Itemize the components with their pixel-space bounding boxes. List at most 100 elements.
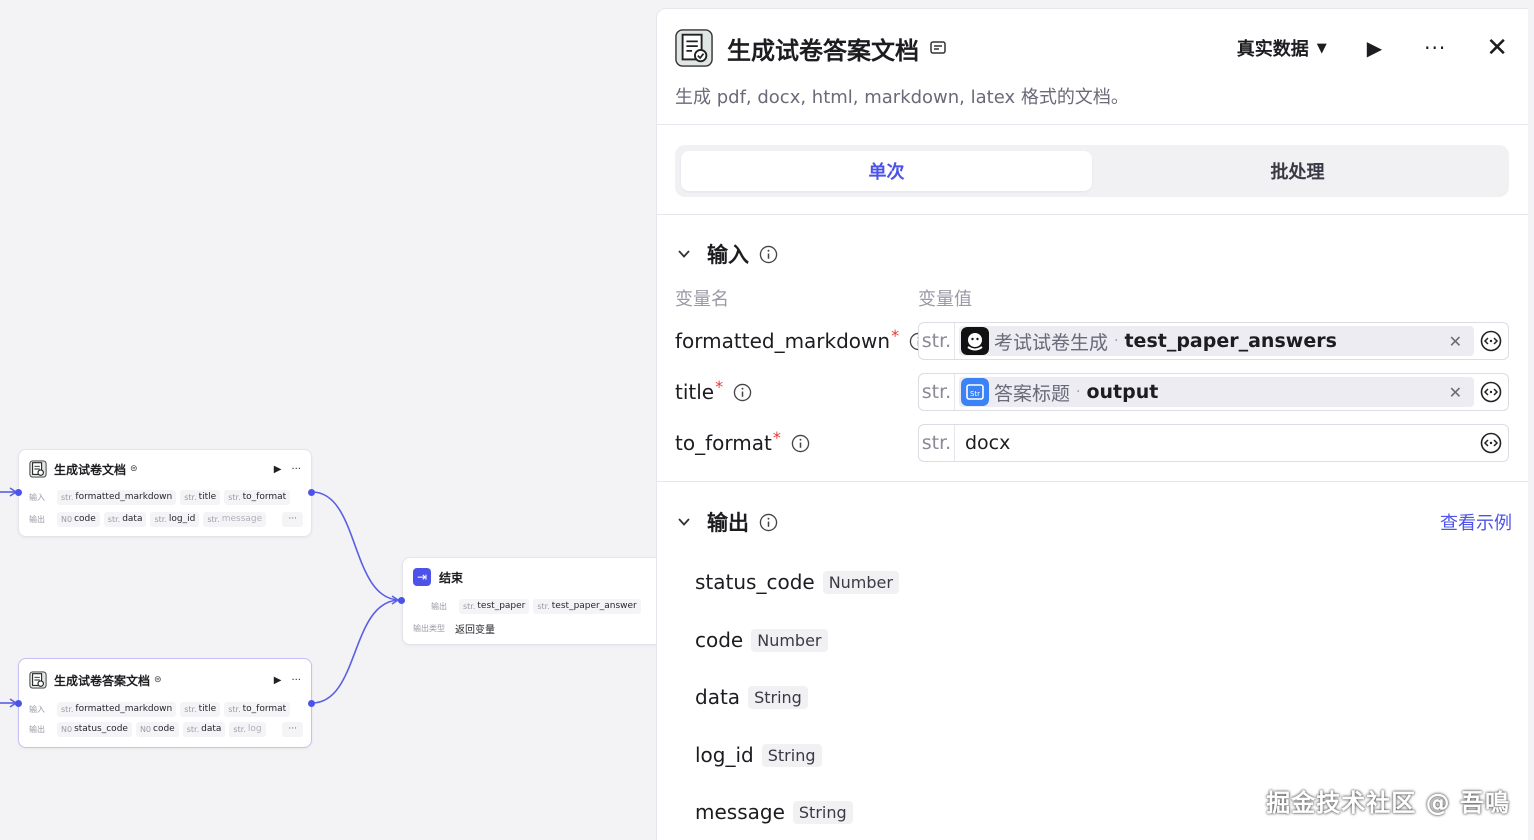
info-icon[interactable] <box>759 513 778 532</box>
node2-output-handle[interactable] <box>308 700 315 707</box>
divider <box>657 214 1528 215</box>
output-item: code Number <box>695 625 828 655</box>
node-outputs-row: 输出 N0 status_code N0 code str. data str. log… <box>29 721 303 737</box>
required-mark: * <box>891 326 900 345</box>
data-mode-dropdown[interactable]: 真实数据 ▼ <box>1237 35 1327 61</box>
variable-select-icon[interactable] <box>1480 381 1502 403</box>
input-var-name: formatted_markdown * <box>675 322 928 360</box>
type-prefix: str. <box>919 323 955 359</box>
output-type-value: 返回变量 <box>455 624 495 636</box>
node-generate-answer-doc[interactable]: 生成试卷答案文档 ⊜ ▶ ··· 输入 str. formatted_markdo… <box>18 658 312 748</box>
required-mark: * <box>715 377 724 396</box>
ref-node-name: 答案标题 <box>994 382 1071 405</box>
divider <box>657 481 1528 482</box>
node-inputs-row: 输入 str. formatted_markdown str. title str.… <box>29 489 303 505</box>
input-var-name: title * <box>675 373 752 411</box>
end-outputs-row: 输出 str. test_paper str. test_paper_answer <box>431 598 655 614</box>
clear-icon[interactable]: ✕ <box>1449 383 1462 402</box>
chevron-down-icon[interactable] <box>677 247 691 261</box>
outputs-label: 输出 <box>29 514 45 524</box>
run-icon[interactable]: ▶ <box>274 464 282 475</box>
text-node-icon: Str <box>961 378 989 406</box>
output-tag: str. message <box>203 511 267 527</box>
input-var-name: to_format * <box>675 424 810 462</box>
input-tag: str. formatted_markdown <box>57 489 177 505</box>
node1-input-handle[interactable] <box>15 489 22 496</box>
info-icon[interactable] <box>791 434 810 453</box>
document-tool-icon <box>675 29 713 67</box>
output-tag: N0 code <box>57 511 100 527</box>
edge-node2-to-end[interactable] <box>311 599 401 704</box>
info-icon[interactable] <box>759 245 778 264</box>
output-tag: str. log_id <box>150 511 200 527</box>
node-title: 结束 <box>439 570 464 585</box>
plugin-badge-icon: ⊜ <box>130 464 138 474</box>
run-icon[interactable]: ▶ <box>274 675 282 686</box>
output-item: log_id String <box>695 740 822 770</box>
output-tag: N0 status_code <box>57 721 132 737</box>
reference-chip[interactable]: 考试试卷生成 · test_paper_answers ✕ <box>959 326 1474 356</box>
input-value[interactable]: docx <box>955 432 1480 454</box>
panel-title[interactable]: 生成试卷答案文档 <box>727 31 919 66</box>
ref-var-name: output <box>1086 381 1159 403</box>
end-icon: ⇥ <box>413 568 431 586</box>
input-value-field[interactable]: str. 考试试卷生成 · test_paper_answers ✕ <box>918 322 1509 360</box>
llm-node-icon <box>961 327 989 355</box>
node-generate-paper-doc[interactable]: 生成试卷文档 ⊜ ▶ ··· 输入 str. formatted_markdown… <box>18 449 312 537</box>
input-section-header[interactable]: 输入 <box>677 239 778 269</box>
clear-icon[interactable]: ✕ <box>1449 332 1462 351</box>
chevron-down-icon[interactable] <box>677 515 691 529</box>
node-detail-panel: 生成试卷答案文档 真实数据 ▼ ▶ ··· ✕ 生成 pdf, docx, ht… <box>656 8 1528 840</box>
ref-var-name: test_paper_answers <box>1124 330 1337 352</box>
input-value-field[interactable]: str. Str 答案标题 · output ✕ <box>918 373 1509 411</box>
outputs-label: 输出 <box>431 601 447 611</box>
node-inputs-row: 输入 str. formatted_markdown str. title str.… <box>29 701 303 717</box>
input-tag: str. to_format <box>224 701 291 717</box>
end-input-handle[interactable] <box>398 597 405 604</box>
output-item: data String <box>695 682 808 712</box>
document-tool-icon <box>29 460 47 478</box>
more-outputs-tag[interactable]: ··· <box>282 511 303 527</box>
tab-single[interactable]: 单次 <box>681 151 1092 191</box>
type-badge: String <box>761 743 822 767</box>
variable-select-icon[interactable] <box>1480 330 1502 352</box>
more-icon[interactable]: ··· <box>291 464 301 475</box>
input-tag: str. to_format <box>224 489 291 505</box>
caret-down-icon: ▼ <box>1316 40 1327 56</box>
type-badge: String <box>748 685 808 709</box>
type-prefix: str. <box>919 374 955 410</box>
watermark: 掘金技术社区 @ 吾鳴 <box>1266 789 1510 817</box>
more-button[interactable]: ··· <box>1424 36 1446 60</box>
panel-header: 生成试卷答案文档 真实数据 ▼ ▶ ··· ✕ <box>675 29 1508 67</box>
variable-select-icon[interactable] <box>1480 432 1502 454</box>
input-tag: str. title <box>180 489 221 505</box>
input-value-field[interactable]: str. docx <box>918 424 1509 462</box>
output-section-header[interactable]: 输出 <box>677 507 778 537</box>
node-end[interactable]: ⇥ 结束 输出 str. test_paper str. test_paper_an… <box>402 557 664 645</box>
input-tag: str. formatted_markdown <box>57 701 177 717</box>
more-icon[interactable]: ··· <box>291 675 301 686</box>
info-icon[interactable] <box>733 383 752 402</box>
output-tag: str. test_paper_answer <box>533 598 641 614</box>
node-title: 生成试卷文档 <box>54 462 127 477</box>
end-output-type-row: 输出类型 返回变量 <box>413 620 655 636</box>
workflow-canvas[interactable]: 生成试卷文档 ⊜ ▶ ··· 输入 str. formatted_markdown… <box>0 0 664 840</box>
output-item: message String <box>695 797 853 827</box>
output-tag: str. test_paper <box>459 598 530 614</box>
view-example-link[interactable]: 查看示例 <box>1440 509 1512 535</box>
document-tool-icon <box>29 671 47 689</box>
input-section-title: 输入 <box>707 243 749 267</box>
close-button[interactable]: ✕ <box>1486 35 1508 61</box>
output-tag: N0 code <box>135 721 179 737</box>
more-outputs-tag[interactable]: ··· <box>282 721 303 737</box>
outputs-label: 输出 <box>29 724 45 734</box>
reference-chip[interactable]: Str 答案标题 · output ✕ <box>959 377 1474 407</box>
edge-node1-to-end[interactable] <box>311 491 401 601</box>
tab-batch[interactable]: 批处理 <box>1092 151 1503 191</box>
output-type-label: 输出类型 <box>413 623 445 633</box>
plugin-badge-icon <box>930 41 946 54</box>
run-button[interactable]: ▶ <box>1367 36 1382 60</box>
node2-input-handle[interactable] <box>15 700 22 707</box>
type-badge: Number <box>751 628 828 652</box>
node1-output-handle[interactable] <box>308 489 315 496</box>
